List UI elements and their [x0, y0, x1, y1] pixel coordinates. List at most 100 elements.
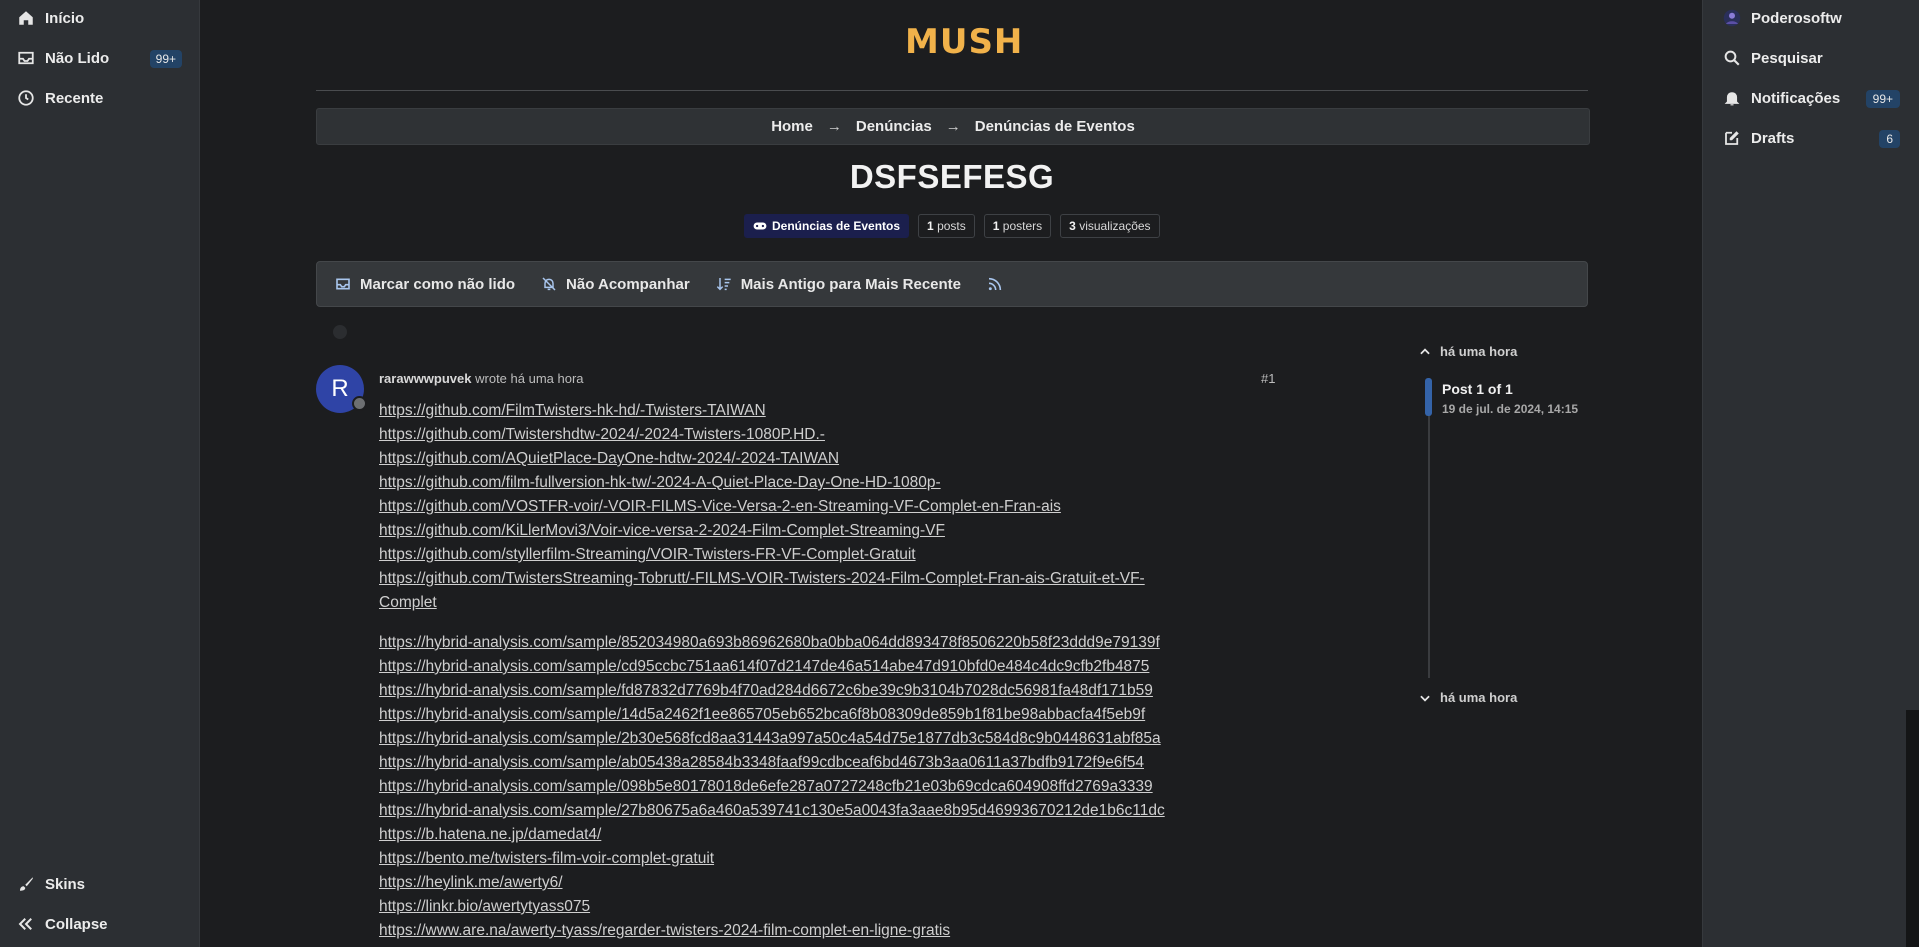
timeline-end[interactable]: há uma hora [1418, 690, 1517, 705]
search-button[interactable]: Pesquisar [1723, 49, 1823, 67]
sort-icon [716, 278, 731, 291]
double-chevron-left-icon [18, 918, 32, 930]
unwatch-button[interactable]: Não Acompanhar [541, 276, 690, 293]
nav-item-skins[interactable]: Skins [17, 875, 85, 893]
post-author[interactable]: rarawwwpuvek [379, 371, 472, 386]
breadcrumb-home[interactable]: Home [771, 118, 813, 135]
views-count: 3 visualizações [1060, 214, 1160, 238]
edit-icon [1725, 131, 1739, 145]
post-link[interactable]: https://github.com/film-fullversion-hk-t… [379, 471, 1279, 495]
breadcrumb-denuncias[interactable]: Denúncias [856, 118, 932, 135]
breadcrumb-denuncias-de-eventos[interactable]: Denúncias de Eventos [975, 118, 1135, 135]
sort-order-button[interactable]: Mais Antigo para Mais Recente [716, 276, 961, 293]
post-link[interactable]: https://linkr.bio/awertytyass075 [379, 895, 1279, 919]
post-header: rarawwwpuvek wrote há uma hora [379, 371, 584, 386]
mark-unread-button[interactable]: Marcar como não lido [335, 276, 515, 293]
bell-icon [1724, 92, 1740, 106]
post-link[interactable]: https://hybrid-analysis.com/sample/ab054… [379, 751, 1279, 775]
notifications-button[interactable]: Notificações [1723, 89, 1840, 107]
inbox-icon [336, 278, 350, 290]
post-link[interactable]: https://hybrid-analysis.com/sample/2b30e… [379, 727, 1279, 751]
action-label: Não Acompanhar [566, 275, 690, 293]
stat-count: 3 [1069, 219, 1076, 233]
stat-label: posts [937, 219, 966, 233]
posters-count: 1 posters [983, 214, 1052, 238]
stat-label: posters [1002, 219, 1043, 233]
collapse-button[interactable]: Collapse [17, 915, 108, 933]
post-link[interactable]: https://hybrid-analysis.com/sample/cd95c… [379, 655, 1279, 679]
post-link[interactable]: https://github.com/KiLlerMovi3/Voir-vice… [379, 519, 1279, 543]
timeline-date: 19 de jul. de 2024, 14:15 [1442, 402, 1579, 416]
drafts-count-badge: 6 [1879, 130, 1900, 148]
nav-item-recente[interactable]: Recente [17, 89, 103, 107]
post-link[interactable]: Complet [379, 591, 1279, 615]
post-link[interactable]: https://heylink.me/awerty6/ [379, 871, 1279, 895]
inbox-icon [18, 51, 34, 65]
status-indicator [352, 396, 367, 411]
post-body: https://github.com/FilmTwisters-hk-hd/-T… [379, 399, 1279, 943]
nav-item-label: Início [45, 9, 85, 27]
post-link[interactable]: https://bento.me/twisters-film-voir-comp… [379, 847, 1279, 871]
post-link[interactable]: https://github.com/TwistersStreaming-Tob… [379, 567, 1279, 591]
post-link[interactable]: https://www.are.na/awerty-tyass/regarder… [379, 919, 1279, 943]
drafts-label: Drafts [1751, 129, 1795, 147]
post-link[interactable]: https://github.com/VOSTFR-voir/-VOIR-FIL… [379, 495, 1279, 519]
notifications-label: Notificações [1751, 89, 1841, 107]
timeline-end-label: há uma hora [1440, 690, 1518, 705]
drafts-button[interactable]: Drafts [1723, 129, 1794, 147]
post-link[interactable]: https://b.hatena.ne.jp/damedat4/ [379, 823, 1279, 847]
post-link[interactable]: https://hybrid-analysis.com/sample/85203… [379, 631, 1279, 655]
scrollbar-thumb[interactable] [1906, 710, 1919, 947]
avatar-icon [1723, 9, 1741, 27]
post-link[interactable]: https://hybrid-analysis.com/sample/fd878… [379, 679, 1279, 703]
search-label: Pesquisar [1751, 49, 1823, 67]
breadcrumb-separator: → [945, 118, 961, 135]
nav-item-label: Recente [45, 89, 104, 107]
home-icon [19, 11, 33, 25]
user-menu[interactable]: Poderosoftw [1723, 9, 1842, 27]
post-link[interactable]: https://github.com/FilmTwisters-hk-hd/-T… [379, 399, 1279, 423]
search-icon [1724, 50, 1740, 66]
post-link[interactable]: https://hybrid-analysis.com/sample/14d5a… [379, 703, 1279, 727]
timeline-start-label: há uma hora [1440, 344, 1518, 359]
clock-icon [18, 90, 34, 106]
stat-count: 1 [927, 219, 934, 233]
post-link[interactable]: https://github.com/Twistershdtw-2024/-20… [379, 423, 1279, 447]
posts-count: 1 posts [918, 214, 975, 238]
breadcrumb: Home → Denúncias → Denúncias de Eventos [316, 108, 1590, 145]
nav-item-label: Skins [45, 875, 86, 893]
timeline-handle[interactable] [1425, 378, 1432, 416]
nav-item-nao-lido[interactable]: Não Lido [17, 49, 109, 67]
post-link[interactable]: https://github.com/AQuietPlace-DayOne-hd… [379, 447, 1279, 471]
right-sidebar: Poderosoftw Pesquisar Notificações 99+ D… [1702, 0, 1919, 947]
nav-item-label: Não Lido [45, 49, 110, 67]
timeline-track[interactable] [1428, 378, 1430, 678]
category-label: Denúncias de Eventos [772, 219, 901, 233]
stat-label: visualizações [1079, 219, 1151, 233]
breadcrumb-separator: → [826, 118, 842, 135]
nav-item-inicio[interactable]: Início [17, 9, 84, 27]
post-link[interactable]: https://hybrid-analysis.com/sample/27b80… [379, 799, 1279, 823]
rss-button[interactable] [987, 276, 1003, 292]
timeline-position: Post 1 of 1 [1442, 381, 1513, 397]
timeline-start[interactable]: há uma hora [1418, 344, 1598, 359]
category-badge[interactable]: Denúncias de Eventos [744, 214, 910, 238]
topic-meta: Denúncias de Eventos 1 posts 1 posters 3… [744, 214, 1160, 238]
unread-count-badge: 99+ [149, 50, 182, 68]
post-link[interactable]: https://hybrid-analysis.com/sample/098b5… [379, 775, 1279, 799]
stat-count: 1 [992, 219, 1000, 233]
gamepad-icon [753, 222, 767, 230]
scroll-indicator-dot [333, 325, 347, 339]
post-number[interactable]: #1 [1261, 371, 1275, 386]
post-link[interactable]: https://github.com/styllerfilm-Streaming… [379, 543, 1279, 567]
chevron-up-icon [1420, 347, 1430, 354]
action-label: Mais Antigo para Mais Recente [740, 275, 962, 293]
header-divider [316, 90, 1588, 91]
bell-off-icon [542, 277, 556, 291]
action-label: Marcar como não lido [360, 275, 516, 293]
chevron-down-icon [1420, 695, 1430, 702]
site-logo[interactable]: MUSH [905, 22, 1023, 62]
post-wrote-time: wrote há uma hora [475, 371, 584, 386]
topic-title: DSFSEFESG [849, 158, 1055, 195]
